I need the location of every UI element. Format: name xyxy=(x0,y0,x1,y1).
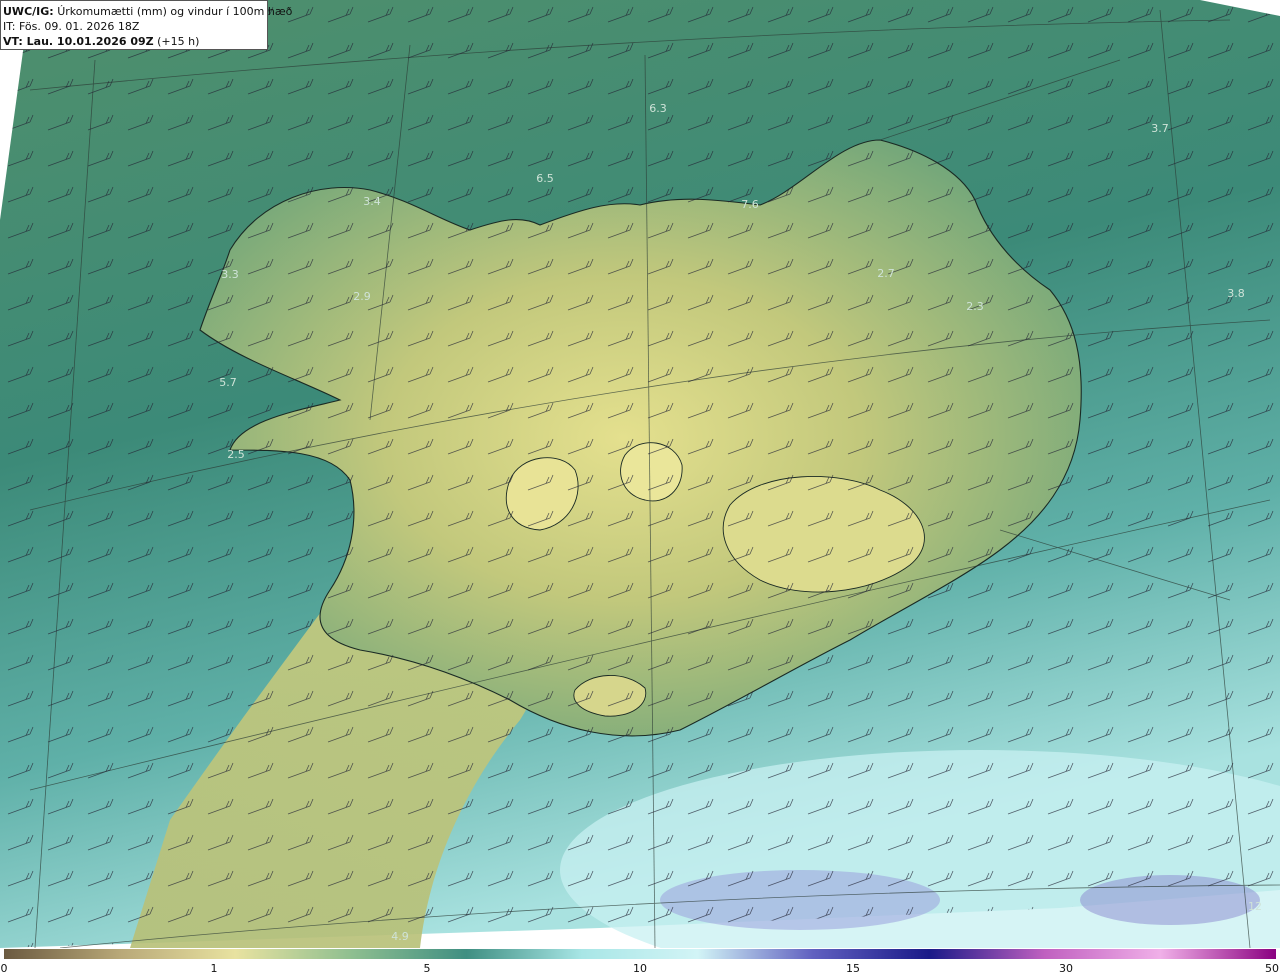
value-label: 5.7 xyxy=(219,376,237,389)
model-label: UWC/IG: xyxy=(3,5,54,18)
title-line: UWC/IG: Úrkomumætti (mm) og vindur í 100… xyxy=(3,4,292,19)
value-label: 4.9 xyxy=(391,930,409,943)
init-time: IT: Fös. 09. 01. 2026 18Z xyxy=(3,20,140,33)
value-label: 6.5 xyxy=(536,172,554,185)
colorbar-tick: 5 xyxy=(423,962,431,975)
map-title: Úrkomumætti (mm) og vindur í 100m hæð xyxy=(57,5,293,18)
value-label: 2.5 xyxy=(227,448,245,461)
value-label: 6.3 xyxy=(649,102,667,115)
value-label: 3.8 xyxy=(1227,287,1245,300)
info-box: UWC/IG: Úrkomumætti (mm) og vindur í 100… xyxy=(0,0,292,50)
value-label: 3.3 xyxy=(221,268,239,281)
value-label: 7.6 xyxy=(741,198,759,211)
valid-time: VT: Lau. 10.01.2026 09Z xyxy=(3,35,154,48)
colorbar-tick: 50 xyxy=(1265,962,1279,975)
colorbar-tick: 1 xyxy=(210,962,218,975)
value-label: 3.4 xyxy=(363,195,381,208)
colorbar-labels: 0 1 5 10 15 30 50 xyxy=(0,962,1280,978)
forecast-hour: (+15 h) xyxy=(157,35,200,48)
colorbar-tick: 0 xyxy=(0,962,8,975)
weather-map: 3.4 3.3 2.9 5.7 6.3 7.6 2.7 2.3 3.7 3.8 4.9 12 2.5 6.… xyxy=(0,0,1280,948)
valid-time-line: VT: Lau. 10.01.2026 09Z (+15 h) xyxy=(3,34,265,49)
value-label: 2.9 xyxy=(353,290,371,303)
colorbar xyxy=(4,949,1276,959)
value-label: 2.7 xyxy=(877,267,895,280)
value-label: 2.3 xyxy=(966,300,984,313)
value-label: 12 xyxy=(1248,900,1262,913)
colorbar-tick: 10 xyxy=(633,962,647,975)
colorbar-tick: 15 xyxy=(846,962,860,975)
value-label: 3.7 xyxy=(1151,122,1169,135)
colorbar-tick: 30 xyxy=(1059,962,1073,975)
